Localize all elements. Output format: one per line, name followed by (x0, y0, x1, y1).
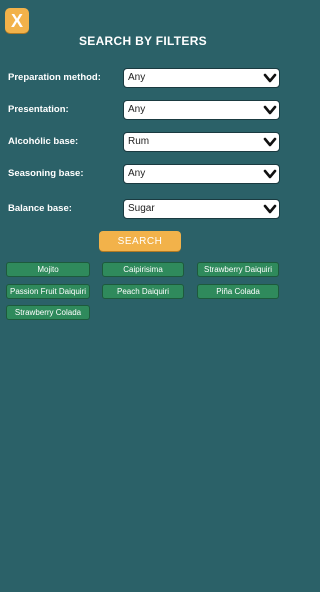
result-chip-label: Caipirisima (123, 265, 163, 274)
chevron-down-icon (263, 204, 277, 214)
result-chip-label: Mojito (37, 265, 59, 274)
result-chip-label: Passion Fruit Daiquiri (9, 287, 87, 296)
select-value: Sugar (128, 203, 155, 214)
chevron-down-icon (263, 169, 277, 179)
result-chip-strawberry-daiquiri[interactable]: Strawberry Daiquiri (197, 262, 279, 277)
filter-label: Seasoning base: (8, 168, 84, 179)
result-chip-pina-colada[interactable]: Piña Colada (197, 284, 279, 299)
preparation-method-select[interactable]: Any (123, 68, 280, 88)
filter-label: Balance base: (8, 203, 72, 214)
result-chip-passion-fruit-daiquiri[interactable]: Passion Fruit Daiquiri (6, 284, 90, 299)
filter-label: Alcohólic base: (8, 136, 79, 147)
alcoholic-base-select[interactable]: Rum (123, 132, 280, 152)
select-value: Any (128, 168, 146, 179)
result-chip-strawberry-colada[interactable]: Strawberry Colada (6, 305, 90, 320)
result-chip-mojito[interactable]: Mojito (6, 262, 90, 277)
select-value: Any (128, 72, 146, 83)
result-chip-caipirisima[interactable]: Caipirisima (102, 262, 184, 277)
chevron-down-icon (263, 73, 277, 83)
filter-seasoning-base: Seasoning base: Any (8, 164, 280, 186)
seasoning-base-select[interactable]: Any (123, 164, 280, 184)
filter-presentation: Presentation: Any (8, 100, 280, 122)
filter-alcoholic-base: Alcohólic base: Rum (8, 132, 280, 154)
balance-base-select[interactable]: Sugar (123, 199, 280, 219)
chevron-down-icon (263, 105, 277, 115)
search-button-label: SEARCH (117, 235, 163, 247)
select-value: Rum (128, 136, 150, 147)
chevron-down-icon (263, 137, 277, 147)
presentation-select[interactable]: Any (123, 100, 280, 120)
result-chip-label: Strawberry Daiquiri (203, 265, 273, 274)
search-button[interactable]: SEARCH (99, 231, 181, 251)
filter-preparation-method: Preparation method: Any (8, 68, 280, 90)
close-icon: X (10, 10, 23, 31)
page-title: SEARCH BY FILTERS (78, 34, 207, 48)
filter-balance-base: Balance base: Sugar (8, 199, 280, 221)
select-value: Any (128, 104, 146, 115)
close-button[interactable]: X (5, 8, 29, 33)
result-chip-peach-daiquiri[interactable]: Peach Daiquiri (102, 284, 184, 299)
filter-label: Preparation method: (8, 72, 101, 83)
filter-label: Presentation: (8, 104, 69, 115)
result-chip-label: Piña Colada (216, 287, 260, 296)
result-chip-label: Strawberry Colada (14, 308, 82, 317)
result-chip-label: Peach Daiquiri (116, 287, 170, 296)
